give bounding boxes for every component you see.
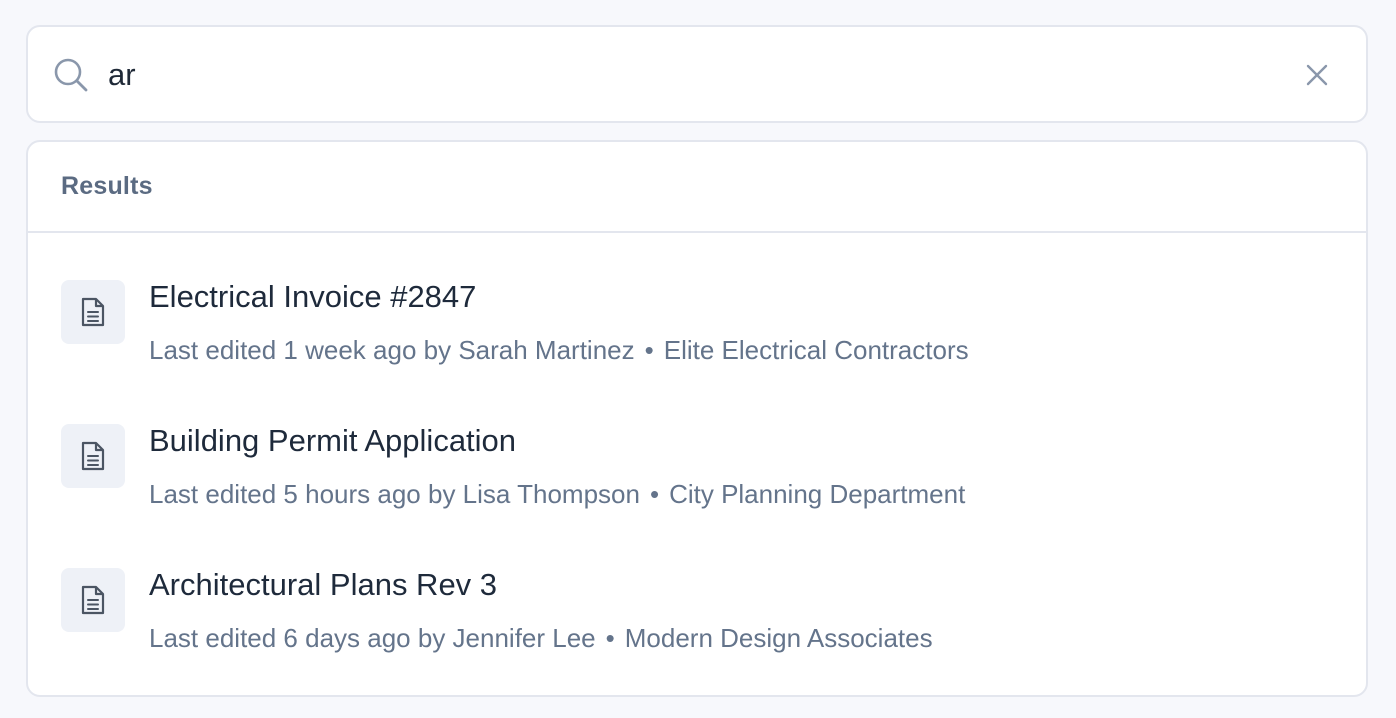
result-item[interactable]: Building Permit Application Last edited … [28,379,1366,509]
result-meta-organization: Elite Electrical Contractors [663,335,969,365]
meta-separator: • [605,623,615,653]
meta-separator: • [649,479,660,509]
result-title: Architectural Plans Rev 3 [149,567,498,602]
document-icon [61,424,125,488]
result-meta-organization: City Planning Department [669,479,966,509]
result-item[interactable]: Electrical Invoice #2847 Last edited 1 w… [28,235,1366,365]
result-title: Building Permit Application [149,423,517,458]
document-icon [61,568,125,632]
result-item[interactable]: Architectural Plans Rev 3 Last edited 6 … [28,523,1366,653]
search-input[interactable] [108,47,1268,103]
search-bar [26,25,1368,123]
search-icon [52,56,90,94]
document-icon [61,280,125,344]
result-meta-organization: Modern Design Associates [624,623,933,653]
result-title: Electrical Invoice #2847 [149,279,477,314]
meta-separator: • [644,335,654,365]
close-icon [1306,64,1328,86]
clear-search-button[interactable] [1304,62,1330,88]
results-panel: Results Electrical Invoice #2847 Last ed… [26,140,1368,697]
results-header: Results [28,142,1366,233]
results-title: Results [61,172,153,200]
result-meta: Last edited 1 week ago by Sarah Martinez… [149,335,969,366]
result-meta-edited: Last edited 1 week ago by Sarah Martinez [149,335,635,365]
result-meta-edited: Last edited 6 days ago by Jennifer Lee [149,623,596,653]
result-meta: Last edited 6 days ago by Jennifer Lee • M… [149,623,933,654]
result-meta: Last edited 5 hours ago by Lisa Thompson… [149,479,965,510]
result-meta-edited: Last edited 5 hours ago by Lisa Thompson [149,479,640,509]
